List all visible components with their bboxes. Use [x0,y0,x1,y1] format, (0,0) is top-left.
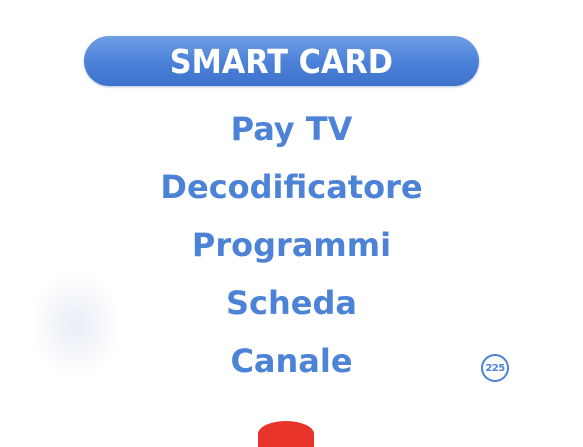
menu-item-programmi[interactable]: Programmi [0,216,583,274]
menu-item-scheda[interactable]: Scheda [0,274,583,332]
red-decoration [258,421,314,447]
smart-card-header: SMART CARD [84,36,479,86]
header-title: SMART CARD [169,41,394,81]
menu-item-pay-tv[interactable]: Pay TV [0,100,583,158]
page-number-badge: 225 [481,354,509,382]
menu-item-decodificatore[interactable]: Decodificatore [0,158,583,216]
menu-list: Pay TV Decodificatore Programmi Scheda C… [0,100,583,390]
